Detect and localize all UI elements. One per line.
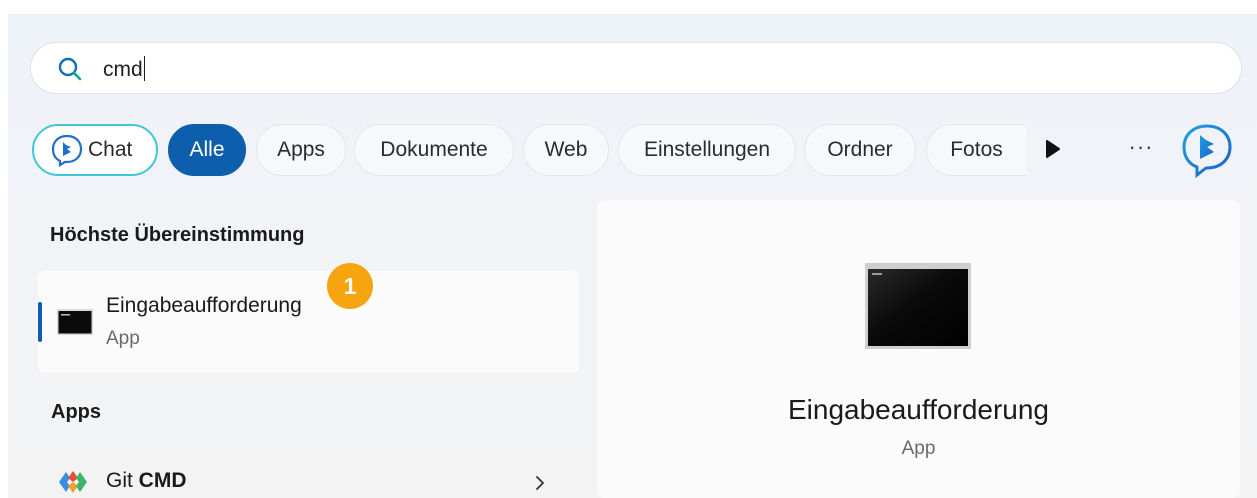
preview-title: Eingabeaufforderung: [787, 394, 1050, 425]
filter-web[interactable]: Web: [523, 124, 609, 176]
result-type: App: [106, 328, 140, 349]
app-item-git-cmd[interactable]: Git CMD: [106, 469, 187, 493]
filter-ordner[interactable]: Ordner: [804, 124, 916, 176]
bing-chat-icon: [51, 134, 83, 167]
filter-alle[interactable]: Alle: [168, 124, 246, 176]
apps-heading: Apps: [51, 401, 101, 423]
filter-einstellungen[interactable]: Einstellungen: [618, 124, 796, 176]
app-item-match: CMD: [138, 469, 187, 492]
filter-apps[interactable]: Apps: [256, 124, 346, 176]
best-match-heading: Höchste Übereinstimmung: [50, 224, 305, 246]
selection-indicator: [38, 302, 42, 342]
chevron-right-icon[interactable]: [533, 474, 547, 492]
more-icon[interactable]: ···: [1126, 134, 1156, 164]
chat-button[interactable]: Chat: [32, 124, 158, 176]
search-icon: [58, 57, 82, 81]
cmd-icon: [57, 309, 93, 335]
git-icon: [59, 471, 87, 493]
result-title: Eingabeaufforderung: [106, 294, 302, 317]
cmd-large-icon: [865, 263, 971, 349]
best-match-result[interactable]: [38, 271, 579, 373]
preview-type: App: [901, 438, 936, 459]
search-input[interactable]: cmd: [30, 42, 1242, 94]
app-item-prefix: Git: [106, 469, 139, 492]
play-icon[interactable]: [1044, 139, 1062, 159]
step-badge: 1: [327, 263, 373, 309]
chat-label: Chat: [88, 138, 133, 161]
filter-fotos[interactable]: Fotos: [926, 124, 1026, 176]
text-caret: [143, 56, 145, 81]
bing-icon[interactable]: [1180, 122, 1234, 178]
filter-dokumente[interactable]: Dokumente: [354, 124, 514, 176]
search-query-text: cmd: [103, 56, 145, 81]
